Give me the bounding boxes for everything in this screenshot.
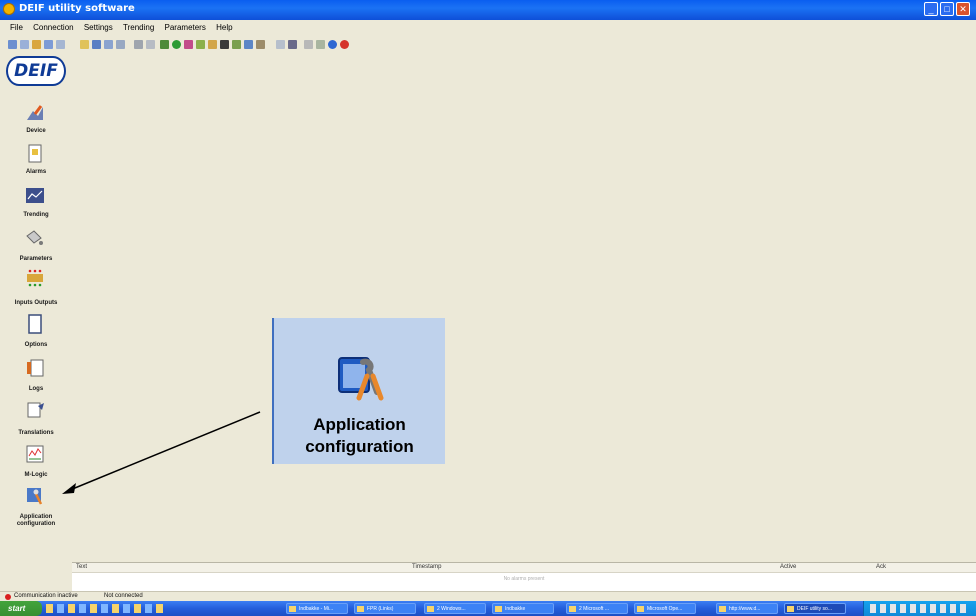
upload-icon[interactable] (104, 40, 113, 49)
menu-help[interactable]: Help (212, 20, 236, 32)
taskbar-button[interactable]: 2 Microsoft ... (566, 603, 628, 614)
alarm-log-header: Text Timestamp Active Ack (72, 563, 976, 573)
window-icon (427, 606, 434, 612)
list-icon[interactable] (276, 40, 285, 49)
connection-status: Not connected (104, 593, 143, 599)
window-icon (637, 606, 644, 612)
disconnect-icon[interactable] (20, 40, 29, 49)
chart-icon[interactable] (160, 40, 169, 49)
window-icon (357, 606, 364, 612)
connect-icon[interactable] (8, 40, 17, 49)
sidebar-item-translations[interactable]: Translations (0, 400, 72, 438)
column-text[interactable]: Text (76, 564, 87, 570)
inputs-outputs-icon (24, 268, 46, 288)
application-configuration-icon (24, 486, 46, 506)
deif-logo: DEIF (6, 56, 66, 86)
sidebar-item-options[interactable]: Options (0, 314, 72, 350)
system-tray (863, 601, 976, 616)
sidebar-item-m-logic[interactable]: M-Logic (0, 444, 72, 482)
menu-parameters[interactable]: Parameters (161, 20, 210, 32)
title-bar: DEIF utility software _ □ ✕ (0, 0, 976, 20)
translations-icon (24, 400, 46, 420)
block-icon[interactable] (220, 40, 229, 49)
sidebar-item-trending[interactable]: Trending (0, 186, 72, 220)
parameters-icon (24, 228, 46, 248)
close-button[interactable]: ✕ (956, 2, 970, 16)
alarm-log-empty-message: No alarms present (503, 576, 545, 582)
taskbar-button[interactable]: Indbakke - Mi... (286, 603, 348, 614)
application-configuration-callout: Application configuration (272, 318, 445, 464)
help-icon[interactable] (328, 40, 337, 49)
compare-icon[interactable] (304, 40, 313, 49)
tray-icons[interactable] (870, 604, 970, 613)
sidebar-item-application-configuration[interactable]: Application configuration (0, 486, 72, 538)
download-icon[interactable] (116, 40, 125, 49)
app-icon (3, 3, 15, 15)
logs-icon (24, 358, 46, 378)
m-logic-icon (24, 444, 46, 464)
taskbar-button[interactable]: Microsoft Ope... (634, 603, 696, 614)
check-icon[interactable] (196, 40, 205, 49)
column-active[interactable]: Active (780, 564, 796, 570)
taskbar-button[interactable]: Indbakke (492, 603, 554, 614)
quick-launch (46, 604, 166, 613)
toolbar (0, 36, 976, 55)
taskbar-button[interactable]: http://www.d... (716, 603, 778, 614)
check2-icon[interactable] (316, 40, 325, 49)
device-icon (24, 104, 46, 124)
alarm-log-panel: Text Timestamp Active Ack No alarms pres… (72, 562, 976, 591)
window-icon (495, 606, 502, 612)
application-configuration-large-icon (333, 352, 389, 404)
save-icon[interactable] (92, 40, 101, 49)
sidebar-item-inputs-outputs[interactable]: Inputs Outputs (0, 268, 72, 308)
menu-file[interactable]: File (6, 20, 27, 32)
export-icon[interactable] (146, 40, 155, 49)
communication-status: Communication inactive (14, 593, 78, 599)
start-button[interactable]: start (0, 601, 42, 616)
menu-connection[interactable]: Connection (29, 20, 77, 32)
callout-label-line2: configuration (305, 437, 414, 456)
column-ack[interactable]: Ack (876, 564, 886, 570)
read-icon[interactable] (44, 40, 53, 49)
window-icon (719, 606, 726, 612)
taskbar: start Indbakke - Mi... FPR (Links) 2 Win… (0, 601, 976, 616)
sidebar-item-alarms[interactable]: Alarms (0, 144, 72, 178)
menu-bar: File Connection Settings Trending Parame… (0, 20, 976, 36)
grid-icon[interactable] (232, 40, 241, 49)
taskbar-button-active[interactable]: DEIF utility so... (784, 603, 846, 614)
window-icon (569, 606, 576, 612)
graph-icon[interactable] (244, 40, 253, 49)
green-circle-icon[interactable] (172, 40, 181, 49)
menu-trending[interactable]: Trending (119, 20, 158, 32)
connection-status-icon (5, 594, 11, 600)
print-icon[interactable] (134, 40, 143, 49)
column-timestamp[interactable]: Timestamp (412, 564, 441, 570)
maximize-button[interactable]: □ (940, 2, 954, 16)
open-icon[interactable] (80, 40, 89, 49)
device-info-icon[interactable] (32, 40, 41, 49)
main-workspace (72, 54, 976, 552)
write-icon[interactable] (56, 40, 65, 49)
window-icon (289, 606, 296, 612)
window-icon (787, 606, 794, 612)
pen-icon[interactable] (184, 40, 193, 49)
minimize-button[interactable]: _ (924, 2, 938, 16)
menu-settings[interactable]: Settings (80, 20, 117, 32)
stop-icon[interactable] (340, 40, 349, 49)
sidebar-item-device[interactable]: Device (0, 104, 72, 138)
callout-label-line1: Application (313, 415, 406, 434)
sidebar-item-parameters[interactable]: Parameters (0, 228, 72, 264)
taskbar-button[interactable]: 2 Windows... (424, 603, 486, 614)
trending-icon (24, 186, 46, 206)
sidebar: DEIF Device Alarms Trending Parameters I… (0, 54, 72, 590)
window-title: DEIF utility software (19, 3, 135, 14)
taskbar-button[interactable]: FPR (Links) (354, 603, 416, 614)
tools-icon[interactable] (256, 40, 265, 49)
alarms-icon (24, 144, 46, 164)
options-icon (24, 314, 46, 334)
sidebar-item-logs[interactable]: Logs (0, 358, 72, 394)
music-icon[interactable] (288, 40, 297, 49)
home-icon[interactable] (208, 40, 217, 49)
